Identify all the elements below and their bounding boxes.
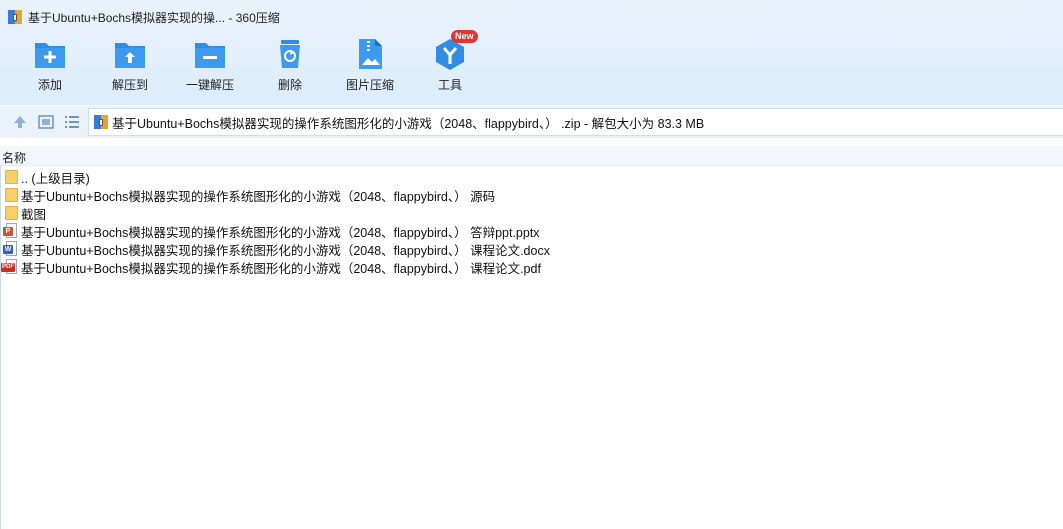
image-compress-button[interactable]: 图片压缩 (330, 38, 410, 98)
thumbnail-view-icon[interactable] (37, 113, 55, 131)
list-item[interactable]: 截图 (0, 204, 1063, 222)
one-click-extract-button[interactable]: 一键解压 (170, 38, 250, 98)
file-name: 基于Ubuntu+Bochs模拟器实现的操作系统图形化的小游戏（2048、fla… (21, 243, 550, 258)
delete-label: 删除 (277, 78, 302, 92)
pdf-icon: PDF (1, 259, 19, 275)
folder-icon (3, 187, 19, 203)
delete-button[interactable]: 删除 (250, 38, 330, 98)
tools-icon: New (433, 30, 478, 70)
list-view-icon[interactable] (63, 113, 81, 131)
file-name: 基于Ubuntu+Bochs模拟器实现的操作系统图形化的小游戏（2048、fla… (21, 189, 496, 204)
extract-to-button[interactable]: 解压到 (90, 38, 170, 98)
file-list: .. (上级目录) 基于Ubuntu+Bochs模拟器实现的操作系统图形化的小游… (0, 168, 1063, 276)
image-compress-icon (353, 38, 387, 70)
app-icon (8, 10, 22, 24)
extract-to-icon (113, 38, 147, 70)
tools-button[interactable]: New 工具 (410, 30, 490, 98)
up-arrow-icon[interactable] (11, 113, 29, 131)
path-text: 基于Ubuntu+Bochs模拟器实现的操作系统图形化的小游戏（2048、fla… (112, 116, 705, 131)
add-folder-icon (33, 38, 67, 70)
archive-icon (94, 115, 108, 129)
list-item[interactable]: .. (上级目录) (0, 168, 1063, 186)
list-item[interactable]: PDF 基于Ubuntu+Bochs模拟器实现的操作系统图形化的小游戏（2048… (0, 258, 1063, 276)
file-name: 截图 (21, 207, 47, 222)
file-name: .. (上级目录) (21, 171, 90, 186)
list-item[interactable]: W 基于Ubuntu+Bochs模拟器实现的操作系统图形化的小游戏（2048、f… (0, 240, 1063, 258)
delete-icon (273, 38, 307, 70)
new-badge: New (451, 30, 478, 43)
word-document-icon: W (3, 241, 19, 257)
extract-to-label: 解压到 (111, 78, 148, 92)
folder-icon (3, 169, 19, 185)
image-compress-label: 图片压缩 (345, 78, 394, 92)
window-title: 基于Ubuntu+Bochs模拟器实现的操... - 360压缩 (28, 10, 280, 25)
toolbar: 添加 解压到 一键解压 删除 图片压缩 New 工具 (10, 30, 490, 98)
one-click-extract-icon (193, 38, 227, 70)
list-item[interactable]: 基于Ubuntu+Bochs模拟器实现的操作系统图形化的小游戏（2048、fla… (0, 186, 1063, 204)
name-column-header[interactable]: 名称 (2, 149, 26, 166)
column-header: 名称 (0, 146, 1063, 166)
add-button[interactable]: 添加 (10, 38, 90, 98)
file-name: 基于Ubuntu+Bochs模拟器实现的操作系统图形化的小游戏（2048、fla… (21, 261, 541, 276)
path-bar[interactable]: 基于Ubuntu+Bochs模拟器实现的操作系统图形化的小游戏（2048、fla… (88, 108, 1063, 136)
file-name: 基于Ubuntu+Bochs模拟器实现的操作系统图形化的小游戏（2048、fla… (21, 225, 540, 240)
tools-label: 工具 (437, 78, 462, 92)
folder-icon (3, 205, 19, 221)
powerpoint-icon: P (3, 223, 19, 239)
title-bar: 基于Ubuntu+Bochs模拟器实现的操... - 360压缩 (0, 0, 1063, 34)
list-item[interactable]: P 基于Ubuntu+Bochs模拟器实现的操作系统图形化的小游戏（2048、f… (0, 222, 1063, 240)
one-click-extract-label: 一键解压 (185, 78, 234, 92)
add-label: 添加 (37, 78, 62, 92)
